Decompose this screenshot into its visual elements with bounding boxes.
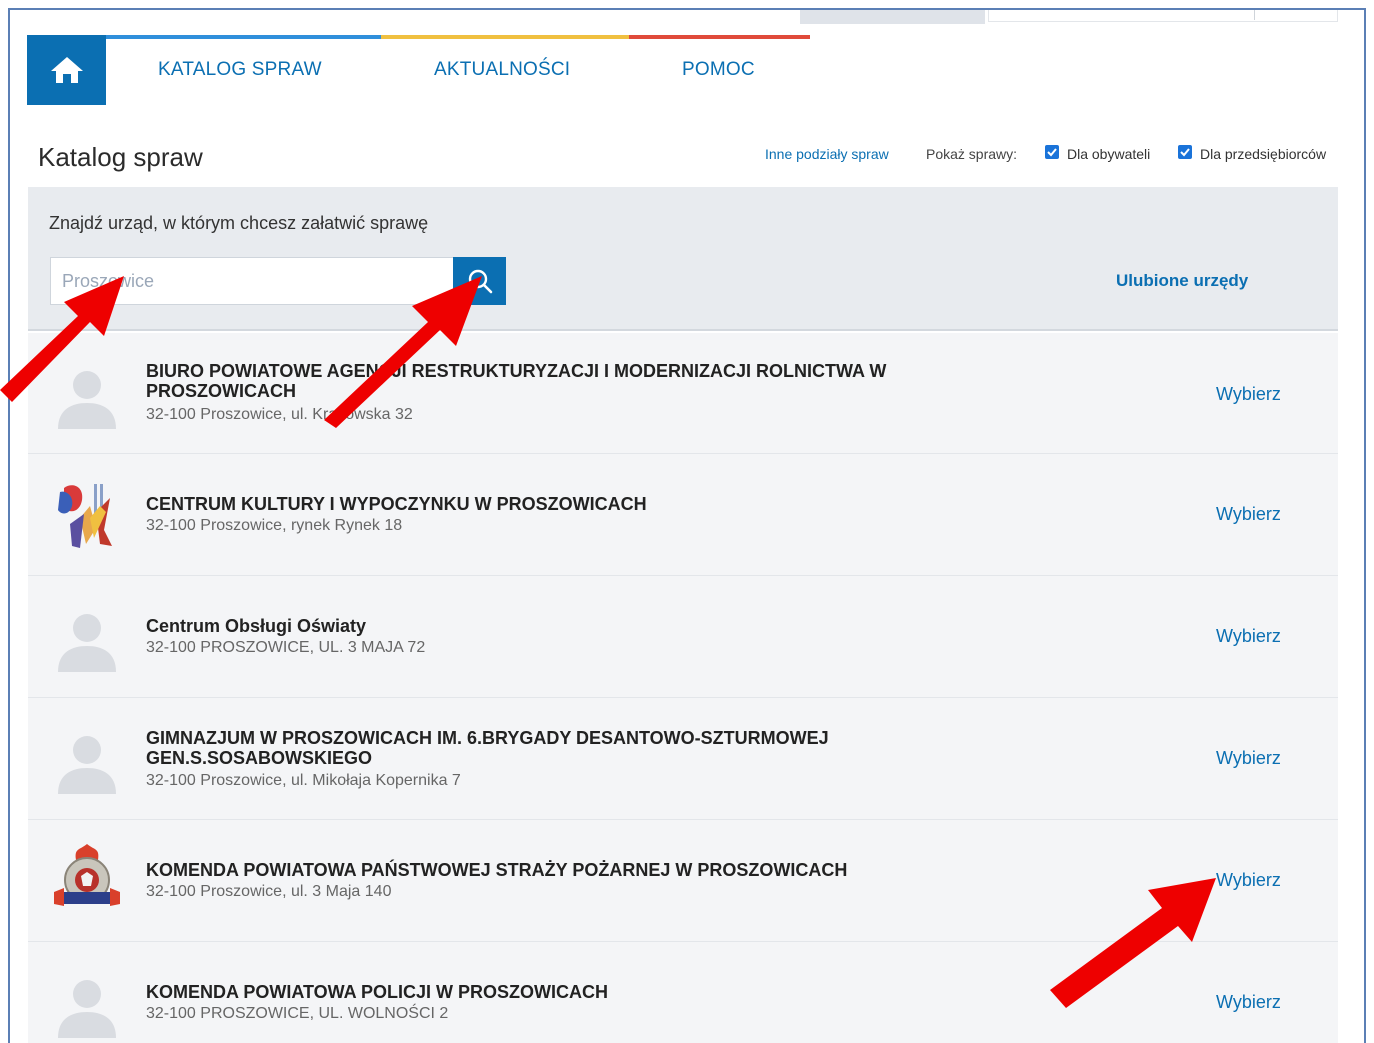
choose-office-button[interactable]: Wybierz bbox=[1216, 748, 1281, 769]
main-nav: KATALOG SPRAW AKTUALNOŚCI POMOC bbox=[27, 35, 827, 105]
other-divisions-link[interactable]: Inne podziały spraw bbox=[765, 146, 889, 162]
office-address: 32-100 Proszowice, ul. Mikołaja Kopernik… bbox=[146, 772, 461, 789]
top-utility-box bbox=[988, 10, 1338, 22]
top-utility-bar bbox=[800, 10, 985, 24]
choose-office-button[interactable]: Wybierz bbox=[1216, 504, 1281, 525]
office-address: 32-100 PROSZOWICE, UL. WOLNOŚCI 2 bbox=[146, 1005, 449, 1022]
culture-center-logo bbox=[50, 478, 124, 552]
office-row[interactable]: CENTRUM KULTURY I WYPOCZYNKU W PROSZOWIC… bbox=[28, 454, 1338, 576]
office-name: GIMNAZJUM W PROSZOWICACH IM. 6.BRYGADY D… bbox=[146, 728, 829, 768]
nav-stripe-help bbox=[629, 35, 810, 39]
home-button[interactable] bbox=[27, 35, 106, 105]
office-row[interactable]: GIMNAZJUM W PROSZOWICACH IM. 6.BRYGADY D… bbox=[28, 698, 1338, 820]
office-name: KOMENDA POWIATOWA POLICJI W PROSZOWICACH bbox=[146, 982, 608, 1002]
page-title: Katalog spraw bbox=[38, 142, 203, 172]
check-icon bbox=[1180, 148, 1190, 157]
nav-stripe-news bbox=[381, 35, 629, 39]
catalog-header: Katalog spraw Inne podziały spraw Pokaż … bbox=[28, 132, 1338, 187]
citizens-checkbox[interactable] bbox=[1045, 145, 1059, 159]
office-row[interactable]: BIURO POWIATOWE AGENCJI RESTRUKTURYZACJI… bbox=[28, 333, 1338, 454]
person-placeholder-icon bbox=[50, 604, 124, 678]
home-icon bbox=[50, 57, 83, 83]
fire-brigade-emblem bbox=[50, 840, 124, 914]
check-icon bbox=[1047, 148, 1057, 157]
office-name: Centrum Obsługi Oświaty bbox=[146, 616, 367, 636]
annotation-arrow-choose bbox=[1050, 878, 1216, 1008]
favorite-offices-link[interactable]: Ulubione urzędy bbox=[1116, 271, 1248, 291]
person-placeholder-icon bbox=[50, 970, 124, 1043]
business-checkbox-label[interactable]: Dla przedsiębiorców bbox=[1200, 146, 1326, 162]
office-address: 32-100 PROSZOWICE, UL. 3 MAJA 72 bbox=[146, 639, 426, 656]
office-search-panel: Znajdź urząd, w którym chcesz załatwić s… bbox=[28, 187, 1338, 331]
person-placeholder-icon bbox=[50, 726, 124, 800]
nav-item-katalog-spraw[interactable]: KATALOG SPRAW bbox=[158, 59, 322, 81]
business-checkbox[interactable] bbox=[1178, 145, 1192, 159]
office-name: KOMENDA POWIATOWA PAŃSTWOWEJ STRAŻY POŻA… bbox=[146, 860, 848, 880]
top-utility-divider bbox=[1254, 10, 1255, 20]
office-name: BIURO POWIATOWE AGENCJI RESTRUKTURYZACJI… bbox=[146, 361, 887, 401]
search-hint: Znajdź urząd, w którym chcesz załatwić s… bbox=[49, 213, 429, 233]
annotation-arrow-left bbox=[0, 276, 124, 402]
office-name: CENTRUM KULTURY I WYPOCZYNKU W PROSZOWIC… bbox=[146, 494, 647, 514]
citizens-checkbox-label[interactable]: Dla obywateli bbox=[1067, 146, 1150, 162]
nav-stripe-catalog bbox=[106, 35, 381, 39]
choose-office-button[interactable]: Wybierz bbox=[1216, 384, 1281, 405]
office-row[interactable]: Centrum Obsługi Oświaty 32-100 PROSZOWIC… bbox=[28, 576, 1338, 698]
annotation-arrow-search bbox=[324, 276, 482, 428]
office-address: 32-100 Proszowice, ul. 3 Maja 140 bbox=[146, 883, 392, 900]
choose-office-button[interactable]: Wybierz bbox=[1216, 626, 1281, 647]
nav-item-aktualnosci[interactable]: AKTUALNOŚCI bbox=[434, 59, 570, 81]
office-address: 32-100 Proszowice, rynek Rynek 18 bbox=[146, 517, 403, 534]
show-cases-label: Pokaż sprawy: bbox=[926, 146, 1018, 162]
nav-item-pomoc[interactable]: POMOC bbox=[682, 59, 755, 81]
